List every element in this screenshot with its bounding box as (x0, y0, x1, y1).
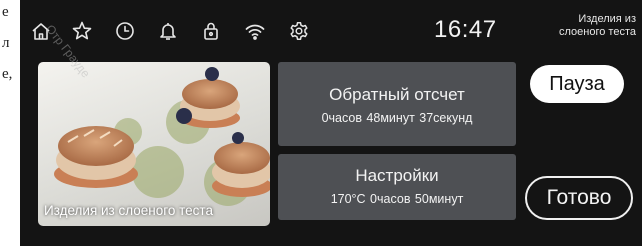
done-button[interactable]: Готово (525, 176, 633, 220)
wifi-icon[interactable] (244, 20, 266, 42)
gear-icon[interactable] (288, 20, 310, 42)
doc-fragment: е, (2, 66, 13, 82)
program-name-line2: слоеного теста (559, 26, 636, 38)
star-icon[interactable] (71, 20, 93, 42)
home-icon[interactable] (30, 20, 52, 42)
clock-time: 16:47 (434, 16, 497, 43)
settings-title: Настройки (355, 166, 439, 185)
bell-icon[interactable] (157, 20, 179, 42)
doc-fragment: е (2, 4, 9, 20)
doc-fragment: л (2, 35, 10, 51)
settings-tile[interactable]: Настройки 170°C 0часов 50минут (278, 154, 516, 220)
program-name-line1: Изделия из (578, 13, 636, 25)
photo-caption: Изделия из слоеного теста (44, 203, 213, 218)
status-bar: 16:47 Изделия из слоеного теста (20, 0, 642, 58)
pause-button[interactable]: Пауза (530, 65, 624, 103)
background-document: е л е, (0, 0, 20, 246)
clock-icon[interactable] (114, 20, 136, 42)
pastry-photo (54, 67, 270, 206)
countdown-remaining: 0часов 48минут 37секунд (321, 111, 473, 125)
program-photo-card[interactable]: Изделия из слоеного теста (38, 62, 270, 226)
program-name: Изделия из слоеного теста (526, 13, 636, 39)
oven-display: 16:47 Изделия из слоеного теста Изделия … (20, 0, 642, 246)
countdown-title: Обратный отсчет (329, 85, 465, 104)
lock-icon[interactable] (200, 20, 222, 42)
countdown-tile[interactable]: Обратный отсчет 0часов 48минут 37секунд (278, 62, 516, 146)
settings-values: 170°C 0часов 50минут (330, 192, 464, 206)
